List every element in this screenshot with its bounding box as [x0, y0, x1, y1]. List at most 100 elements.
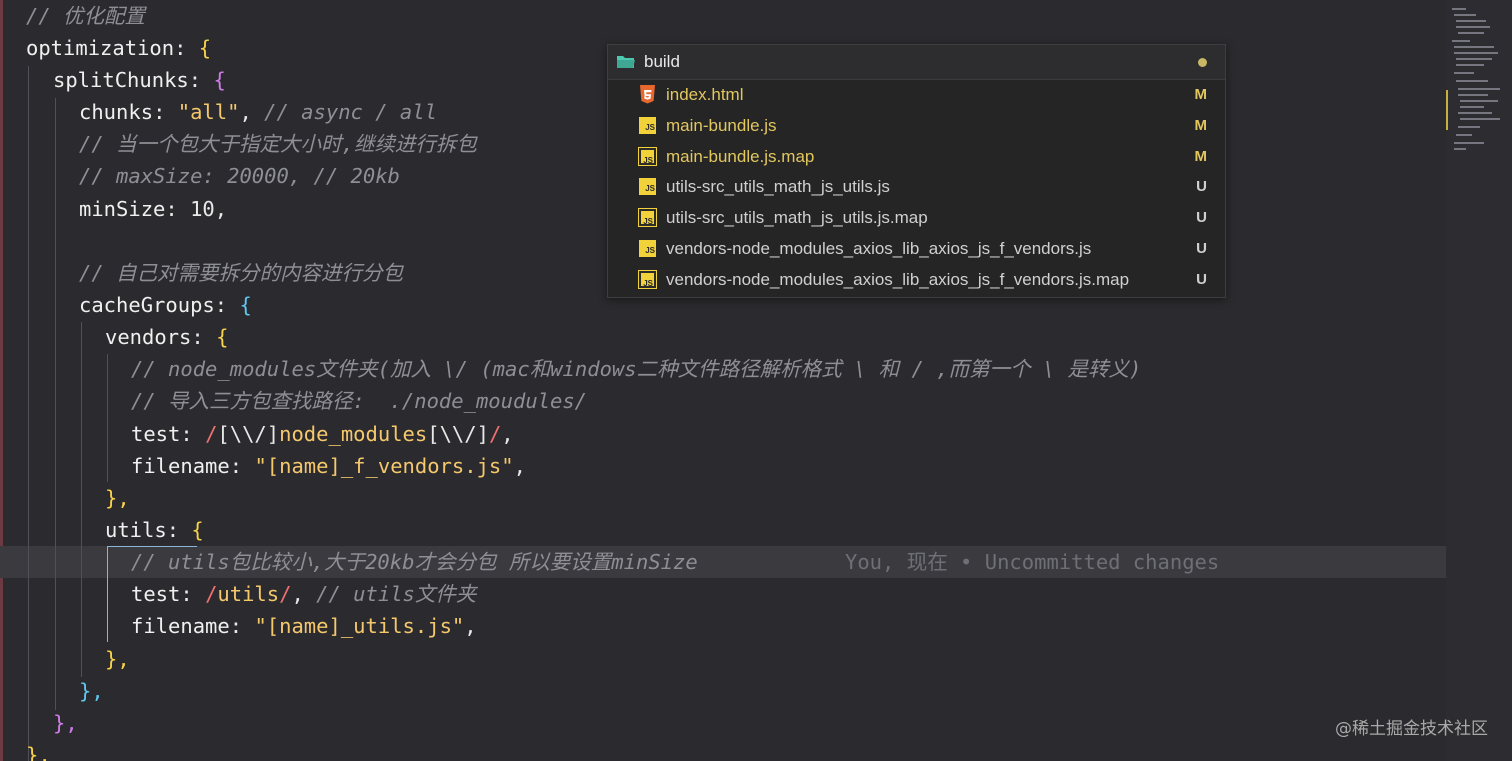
code-line-17: utils: {	[105, 518, 204, 542]
code-line-23: },	[53, 707, 78, 739]
property-key: vendors	[105, 325, 192, 349]
comment: // 当一个包大于指定大小时,继续进行拆包	[79, 132, 477, 156]
regex-class: [\\/]	[427, 422, 489, 446]
code-line-15: filename: "[name]_f_vendors.js",	[131, 454, 526, 478]
regex-literal: node_modules	[279, 422, 428, 446]
code-line-6: // maxSize: 20000, // 20kb	[79, 160, 400, 192]
closing-brace: },	[105, 486, 130, 510]
string-value: "[name]_utils.js"	[254, 614, 465, 638]
comment: // 导入三方包查找路径: ./node_moudules/	[131, 389, 588, 413]
code-line-11: vendors: {	[105, 325, 229, 349]
closing-brace: },	[53, 711, 78, 735]
folder-open-icon	[617, 56, 635, 68]
code-line-10: cacheGroups: {	[79, 293, 252, 317]
git-status-badge: U	[1196, 240, 1207, 257]
folder-name: build	[644, 52, 680, 71]
file-name: index.html	[666, 85, 744, 104]
file-name: main-bundle.js.map	[666, 146, 815, 166]
editor-left-edge	[0, 0, 3, 761]
modified-dot-icon	[1198, 58, 1207, 67]
regex-delimiter: /	[205, 422, 218, 446]
closing-brace: },	[26, 743, 51, 761]
string-value: "[name]_f_vendors.js"	[254, 454, 514, 478]
brace: {	[198, 36, 212, 60]
js-map-file-icon: JS	[638, 146, 657, 166]
property-key: filename	[131, 454, 230, 478]
code-line-7: minSize: 10,	[79, 197, 228, 221]
comment: // 优化配置	[26, 4, 146, 28]
minimap-change-marker	[1446, 90, 1448, 130]
code-line-22: },	[79, 675, 104, 707]
indent-guide	[28, 66, 29, 761]
folder-row-build[interactable]: build	[608, 45, 1225, 80]
property-key: filename	[131, 614, 230, 638]
property-key: test	[131, 422, 181, 446]
file-name: utils-src_utils_math_js_utils.js.map	[666, 208, 928, 228]
number-value: 10	[190, 197, 215, 221]
code-line-1: // 优化配置	[26, 0, 145, 32]
code-line-24: },	[26, 739, 51, 761]
js-map-file-icon: JS	[638, 208, 657, 228]
active-indent-guide	[107, 546, 108, 642]
minimap[interactable]	[1446, 0, 1512, 761]
code-line-14: test: /[\\/]node_modules[\\/]/,	[131, 422, 514, 446]
regex-delimiter: /	[205, 582, 218, 606]
code-line-16: },	[105, 482, 130, 514]
property-key: utils	[105, 518, 167, 542]
git-status-badge: U	[1196, 270, 1207, 288]
comment: // async / all	[264, 100, 437, 124]
brace: {	[239, 293, 252, 317]
git-status-badge: U	[1196, 178, 1207, 196]
property-key: cacheGroups	[79, 293, 215, 317]
js-file-icon: JS	[639, 240, 656, 257]
code-line-21: },	[105, 643, 130, 675]
code-line-4: chunks: "all", // async / all	[79, 100, 437, 124]
regex-delimiter: /	[279, 582, 292, 606]
code-line-12: // node_modules文件夹(加入 \/ (mac和windows二种文…	[131, 353, 1141, 385]
file-name: vendors-node_modules_axios_lib_axios_js_…	[666, 269, 1130, 289]
js-file-icon: JS	[639, 116, 656, 134]
comment: // utils文件夹	[316, 582, 477, 606]
js-file-icon: JS	[639, 178, 656, 196]
git-status-badge: M	[1194, 147, 1208, 165]
file-row[interactable]: index.html M	[608, 79, 1225, 110]
git-status-badge: U	[1196, 209, 1207, 227]
file-row[interactable]: JS utils-src_utils_math_js_utils.js.map U	[608, 202, 1225, 233]
file-row[interactable]: JS main-bundle.js.map M	[608, 141, 1225, 172]
js-map-file-icon: JS	[638, 269, 657, 289]
brace: {	[216, 325, 229, 349]
code-line-9: // 自己对需要拆分的内容进行分包	[79, 257, 403, 289]
property-key: minSize	[79, 197, 166, 221]
comment: // maxSize: 20000, // 20kb	[79, 164, 400, 188]
file-explorer-panel: build index.html M JS main-bundle.js M JS main…	[607, 44, 1226, 298]
comment: // node_modules文件夹(加入 \/ (mac和windows二种文…	[131, 357, 1142, 381]
file-row[interactable]: JS vendors-node_modules_axios_lib_axios_j…	[608, 233, 1225, 264]
code-line-2: optimization: {	[26, 36, 212, 60]
brace: {	[191, 518, 204, 542]
code-line-20: filename: "[name]_utils.js",	[131, 614, 477, 638]
code-line-3: splitChunks: {	[53, 68, 226, 92]
git-blame-annotation: You, 现在 • Uncommitted changes	[845, 550, 1220, 574]
brace: {	[213, 68, 226, 92]
regex-literal: utils	[217, 582, 280, 606]
closing-brace: },	[105, 647, 130, 671]
regex-delimiter: /	[488, 422, 502, 446]
comment: // 自己对需要拆分的内容进行分包	[79, 261, 404, 285]
code-line-19: test: /utils/, // utils文件夹	[131, 582, 477, 606]
watermark: @稀土掘金技术社区	[1335, 719, 1488, 739]
file-name: main-bundle.js	[666, 115, 777, 135]
file-row[interactable]: JS vendors-node_modules_axios_lib_axios_j…	[608, 264, 1225, 295]
indent-guide	[55, 98, 56, 710]
git-status-badge: M	[1194, 86, 1208, 103]
property-key: test	[131, 582, 181, 606]
file-row[interactable]: JS main-bundle.js M	[608, 110, 1225, 141]
regex-class: [\\/]	[217, 422, 280, 446]
indent-guide	[81, 322, 82, 677]
file-name: vendors-node_modules_axios_lib_axios_js_…	[666, 239, 1092, 258]
property-key: optimization	[26, 36, 175, 60]
property-key: splitChunks	[53, 68, 189, 92]
closing-brace: },	[79, 679, 104, 703]
file-row[interactable]: JS utils-src_utils_math_js_utils.js U	[608, 171, 1225, 202]
indent-guide	[107, 354, 108, 482]
string-value: "all"	[177, 100, 240, 124]
